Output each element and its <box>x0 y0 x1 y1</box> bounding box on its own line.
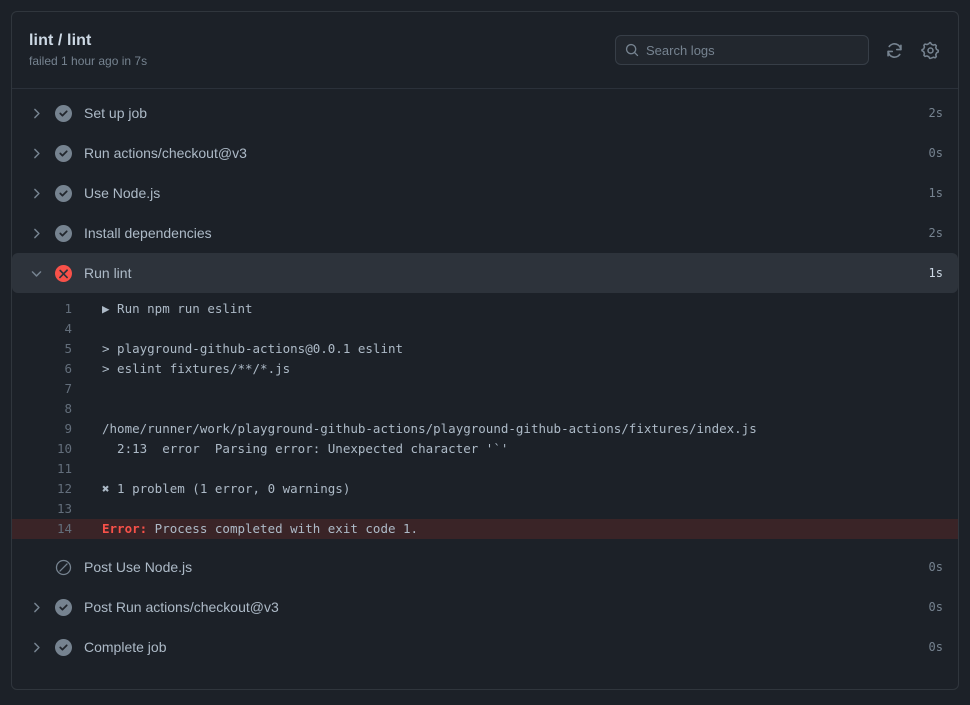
success-status-icon <box>55 638 72 656</box>
step-duration: 2s <box>928 226 943 240</box>
log-line-number[interactable]: 14 <box>12 519 72 539</box>
log-line-number[interactable]: 4 <box>12 319 72 339</box>
log-line: 9/home/runner/work/playground-github-act… <box>12 419 958 439</box>
log-line: 8 <box>12 399 958 419</box>
chevron-right-icon[interactable] <box>28 225 44 241</box>
skipped-status-icon <box>55 559 72 575</box>
failure-status-icon <box>55 264 72 282</box>
log-line: 10 2:13 error Parsing error: Unexpected … <box>12 439 958 459</box>
log-line-number[interactable]: 1 <box>12 299 72 319</box>
success-status-icon <box>55 224 72 242</box>
log-line-text: > eslint fixtures/**/*.js <box>102 361 291 376</box>
search-input[interactable] <box>646 42 860 58</box>
step-duration: 0s <box>928 640 943 654</box>
step-name: Install dependencies <box>84 225 212 241</box>
step-row-post-run-actions-checkout-v3[interactable]: Post Run actions/checkout@v3 0s <box>12 587 958 627</box>
search-logs-box[interactable] <box>615 35 869 65</box>
step-name: Run lint <box>84 265 132 281</box>
log-line-text: > playground-github-actions@0.0.1 eslint <box>102 341 404 356</box>
log-line: 13 <box>12 499 958 519</box>
step-name: Post Use Node.js <box>84 559 193 575</box>
step-row-run-lint[interactable]: Run lint 1s <box>12 253 958 293</box>
step-duration: 1s <box>928 186 943 200</box>
log-line-number[interactable]: 13 <box>12 499 72 519</box>
gear-icon[interactable] <box>919 39 941 61</box>
log-line-text: Error: Process completed with exit code … <box>72 519 418 539</box>
refresh-icon[interactable] <box>883 39 905 61</box>
step-duration: 1s <box>928 266 943 280</box>
log-line-number[interactable]: 6 <box>12 359 72 379</box>
chevron-down-icon[interactable] <box>28 265 44 281</box>
log-line-error: 14 Error: Process completed with exit cod… <box>12 519 958 539</box>
step-name: Set up job <box>84 105 148 121</box>
log-line-number[interactable]: 10 <box>12 439 72 459</box>
log-line-number[interactable]: 5 <box>12 339 72 359</box>
chevron-right-icon[interactable] <box>28 185 44 201</box>
log-line-number[interactable]: 7 <box>12 379 72 399</box>
step-row-use-node-js[interactable]: Use Node.js 1s <box>12 173 958 213</box>
step-duration: 0s <box>928 560 943 574</box>
step-row-install-dependencies[interactable]: Install dependencies 2s <box>12 213 958 253</box>
page-title: lint / lint <box>29 32 92 49</box>
step-duration: 0s <box>928 146 943 160</box>
step-name: Complete job <box>84 639 167 655</box>
log-line: 4 <box>12 319 958 339</box>
log-line: 12 ✖ 1 problem (1 error, 0 warnings) <box>12 479 958 499</box>
log-line-text: /home/runner/work/playground-github-acti… <box>102 421 757 436</box>
chevron-right-icon[interactable] <box>28 639 44 655</box>
steps-list: Set up job 2s Run actions/checkout@v3 0s Use… <box>12 89 958 689</box>
step-duration: 2s <box>928 106 943 120</box>
log-error-label: Error: <box>102 521 148 536</box>
log-line: 5 > playground-github-actions@0.0.1 eslin… <box>12 339 958 359</box>
step-row-complete-job[interactable]: Complete job 0s <box>12 627 958 667</box>
step-name: Use Node.js <box>84 185 161 201</box>
chevron-right-icon[interactable] <box>28 105 44 121</box>
step-row-set-up-job[interactable]: Set up job 2s <box>12 93 958 133</box>
step-name: Post Run actions/checkout@v3 <box>84 599 279 615</box>
log-line: 7 <box>12 379 958 399</box>
header-actions <box>615 35 941 65</box>
job-log-panel: lint / lint failed 1 hour ago in 7s Sear… <box>11 11 959 690</box>
log-line-text: ▶ Run npm run eslint <box>102 301 253 316</box>
job-header-titles: lint / lint failed 1 hour ago in 7s <box>29 32 147 68</box>
success-status-icon <box>55 184 72 202</box>
log-line: 1 ▶ Run npm run eslint <box>12 299 958 319</box>
step-duration: 0s <box>928 600 943 614</box>
log-line-number[interactable]: 11 <box>12 459 72 479</box>
step-name: Run actions/checkout@v3 <box>84 145 247 161</box>
log-error-message: Process completed with exit code 1. <box>147 521 419 536</box>
chevron-right-icon[interactable] <box>28 145 44 161</box>
chevron-placeholder <box>28 559 44 575</box>
step-row-run-actions-checkout-v3[interactable]: Run actions/checkout@v3 0s <box>12 133 958 173</box>
log-line: 6 > eslint fixtures/**/*.js <box>12 359 958 379</box>
success-status-icon <box>55 144 72 162</box>
log-line-number[interactable]: 9 <box>12 419 72 439</box>
chevron-right-icon[interactable] <box>28 599 44 615</box>
log-line-text: ✖ 1 problem (1 error, 0 warnings) <box>102 481 351 496</box>
job-status-summary: failed 1 hour ago in 7s <box>29 54 148 68</box>
log-line-number[interactable]: 12 <box>12 479 72 499</box>
success-status-icon <box>55 104 72 122</box>
log-line-number[interactable]: 8 <box>12 399 72 419</box>
success-status-icon <box>55 598 72 616</box>
search-icon <box>625 43 639 57</box>
job-header: lint / lint failed 1 hour ago in 7s <box>12 12 958 89</box>
log-line: 11 <box>12 459 958 479</box>
step-row-post-use-node-js[interactable]: Post Use Node.js 0s <box>12 547 958 587</box>
log-output: 1 ▶ Run npm run eslint 4 5 > playground-gith… <box>12 293 958 547</box>
log-line-text: 2:13 error Parsing error: Unexpected cha… <box>102 441 509 456</box>
